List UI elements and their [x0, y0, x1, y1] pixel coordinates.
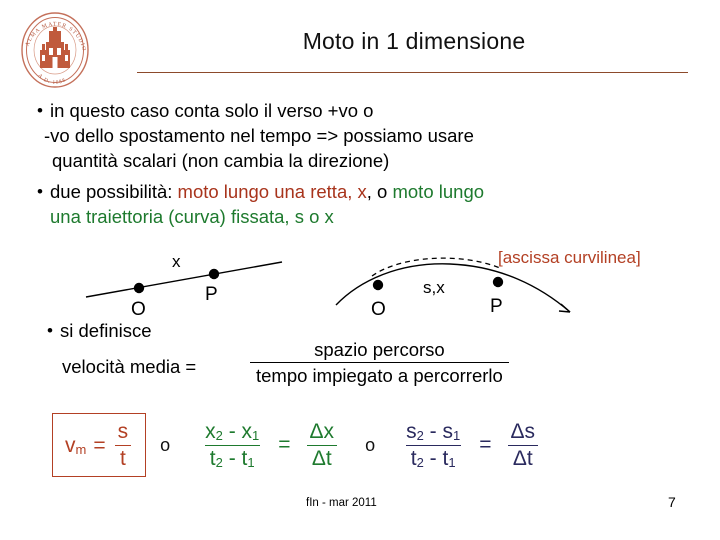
definition-lead-text: si definisce	[60, 320, 152, 341]
navy-den-a-sub: 2	[416, 454, 424, 470]
bullet-item-2: • due possibilità: moto lungo una retta,…	[30, 179, 698, 229]
navy-num-minus: -	[423, 419, 443, 443]
bullet-list: • in questo caso conta solo il verso +vo…	[30, 98, 698, 229]
definition-block: • si definisce velocità media = spazio p…	[40, 318, 700, 386]
curve-point-p-dot	[492, 276, 504, 288]
line-axis-label-x: x	[172, 252, 181, 271]
boxed-fraction: s t	[113, 420, 134, 470]
bullet-2-red-phrase: moto lungo una retta, x	[177, 181, 367, 202]
curve-point-label: P	[490, 296, 503, 317]
green-denominator: t2 - t1	[204, 444, 260, 471]
green-den-minus: -	[222, 446, 242, 470]
green-num-a: x	[205, 419, 216, 443]
boxed-equals-sign: =	[93, 433, 106, 457]
green-num-b-sub: 1	[252, 427, 260, 443]
footer-note: fIn - mar 2011	[306, 497, 377, 509]
definition-denominator: tempo impiegato a percorrerlo	[250, 362, 509, 387]
navy-fraction: s2 - s1 t2 - t1	[401, 420, 465, 470]
vm-base: v	[65, 433, 76, 457]
navy-delta-denominator: Δt	[507, 444, 538, 471]
bullet-marker-icon: •	[37, 182, 43, 201]
straight-line-path	[85, 261, 283, 298]
bullet-1-line-3: quantità scalari (non cambia la direzion…	[52, 150, 390, 171]
bullet-marker-icon: •	[47, 321, 53, 340]
navy-num-b-sub: 1	[452, 427, 461, 443]
bullet-1-line-1: in questo caso conta solo il verso +vo o	[50, 100, 374, 121]
definition-fraction: spazio percorso tempo impiegato a percor…	[250, 338, 509, 387]
line-point-p-dot	[208, 268, 220, 280]
navy-delta-fraction: Δs Δt	[505, 420, 540, 470]
definition-numerator: spazio percorso	[314, 339, 445, 360]
green-delta-denominator: Δt	[306, 444, 337, 471]
conjunction-o-second: o	[365, 434, 376, 455]
curve-axis-label: s,x	[423, 278, 445, 297]
navy-numerator: s2 - s1	[401, 420, 465, 445]
green-den-a-sub: 2	[215, 454, 223, 470]
boxed-numerator: s	[117, 419, 129, 443]
navy-num-b: s	[442, 419, 453, 443]
bullet-item-2-text: due possibilità: moto lungo una retta, x…	[50, 179, 698, 229]
bullet-item-1-text: in questo caso conta solo il verso +vo o…	[44, 98, 698, 173]
green-equals-sign: =	[278, 433, 291, 456]
green-num-b: x	[241, 419, 253, 443]
navy-num-a: s	[406, 419, 417, 443]
bullet-1-line-2: -vo dello spostamento nel tempo => possi…	[44, 125, 474, 146]
navy-delta-numerator: Δs	[510, 419, 536, 443]
average-velocity-label: velocità media =	[62, 356, 197, 377]
navy-num-a-sub: 2	[416, 427, 424, 443]
green-num-a-sub: 2	[215, 427, 223, 443]
vm-symbol: vm	[65, 435, 86, 456]
green-numerator: x2 - x1	[200, 420, 264, 445]
navy-den-b-sub: 1	[448, 454, 456, 470]
boxed-denominator: t	[114, 444, 131, 471]
title-divider-rule	[137, 72, 688, 73]
slide-title: Moto in 1 dimensione	[302, 28, 526, 54]
conjunction-o-first: o	[160, 434, 171, 455]
green-delta-fraction: Δx Δt	[305, 420, 340, 470]
equation-row: vm = s t o x2 - x1 t2 - t1 = Δx Δt o s2 …	[52, 410, 700, 480]
bullet-marker-icon: •	[37, 101, 43, 120]
slide-canvas: ALMA MATER STUDIORUM A.D. 1088 Moto in 1…	[0, 0, 720, 540]
bullet-item-1: • in questo caso conta solo il verso +vo…	[30, 98, 698, 173]
green-delta-numerator: Δx	[309, 419, 335, 443]
navy-denominator: t2 - t1	[405, 444, 461, 471]
bullet-2-green-phrase-b: una traiettoria (curva) fissata, s o x	[50, 206, 334, 227]
bullet-2-line-1: due possibilità: moto lungo una retta, x…	[50, 179, 698, 204]
green-den-b-sub: 1	[247, 454, 255, 470]
green-fraction: x2 - x1 t2 - t1	[200, 420, 264, 470]
vm-subscript: m	[75, 441, 87, 457]
green-equation: x2 - x1 t2 - t1 = Δx Δt	[200, 420, 339, 470]
curvilinear-abscissa-annotation: [ascissa curvilinea]	[498, 248, 641, 267]
university-seal-logo: ALMA MATER STUDIORUM A.D. 1088	[13, 6, 94, 90]
bullet-2-lead: due possibilità:	[50, 181, 178, 202]
boxed-equation-vm: vm = s t	[52, 412, 147, 478]
navy-equation: s2 - s1 t2 - t1 = Δs Δt	[401, 420, 540, 470]
line-point-label: P	[205, 284, 218, 305]
bullet-2-mid: , o	[366, 181, 393, 202]
green-num-minus: -	[222, 419, 242, 443]
curve-point-o-dot	[372, 279, 384, 291]
bullet-2-green-phrase-a: moto lungo	[392, 181, 485, 202]
line-point-o-dot	[133, 282, 145, 294]
navy-den-minus: -	[423, 446, 443, 470]
footer-page-number: 7	[668, 494, 676, 510]
navy-equals-sign: =	[479, 433, 492, 456]
